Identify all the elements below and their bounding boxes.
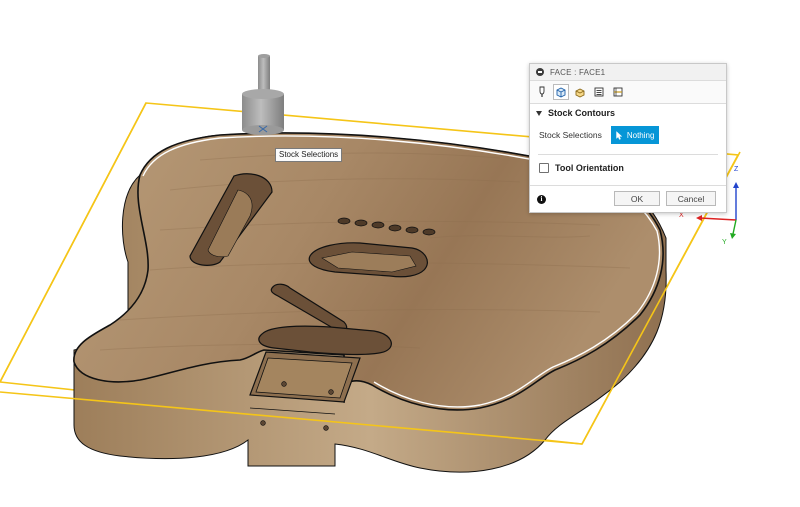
section-expand-icon bbox=[536, 110, 542, 116]
ok-button[interactable]: OK bbox=[614, 191, 660, 206]
nothing-button-label: Nothing bbox=[626, 130, 655, 140]
nothing-selection-button[interactable]: Nothing bbox=[610, 126, 660, 144]
passes-tab-icon bbox=[594, 87, 604, 97]
tool-orientation-checkbox[interactable] bbox=[539, 163, 549, 173]
neck-pocket-floor bbox=[255, 357, 353, 399]
dialog-header[interactable]: FACE : FACE1 bbox=[530, 64, 726, 81]
stock-contours-section[interactable]: Stock Contours bbox=[530, 104, 726, 122]
cancel-button[interactable]: Cancel bbox=[666, 191, 716, 206]
triad-y-label: Y bbox=[722, 239, 727, 246]
stock-selections-row: Stock Selections Nothing bbox=[530, 122, 726, 148]
neck-screw-hole bbox=[323, 425, 329, 431]
dialog-footer: i OK Cancel bbox=[530, 185, 726, 212]
triad-x-label: X bbox=[679, 212, 684, 219]
tab-tool[interactable] bbox=[534, 84, 550, 100]
info-icon[interactable]: i bbox=[537, 194, 546, 204]
face-dialog: FACE : FACE1 Stock Contours Stock Select… bbox=[529, 63, 727, 213]
stock-selections-label: Stock Selections bbox=[539, 130, 602, 140]
cursor-arrow-icon bbox=[616, 130, 623, 140]
neck-screw-hole bbox=[328, 389, 334, 395]
linking-tab-icon bbox=[613, 87, 623, 97]
stock-selections-tooltip: Stock Selections bbox=[275, 148, 343, 162]
dialog-title: FACE : FACE1 bbox=[550, 67, 606, 77]
heights-tab-icon bbox=[575, 88, 585, 98]
geometry-tab-icon bbox=[556, 87, 566, 98]
neck-screw-hole bbox=[260, 420, 266, 426]
tab-geometry[interactable] bbox=[553, 84, 569, 100]
tool-orientation-row[interactable]: Tool Orientation bbox=[530, 160, 726, 176]
dialog-tab-bar bbox=[530, 81, 726, 104]
triad-z-label: Z bbox=[734, 166, 739, 173]
tab-passes[interactable] bbox=[591, 84, 607, 100]
section-divider bbox=[538, 154, 718, 155]
neck-screw-hole bbox=[281, 381, 287, 387]
cutting-tool[interactable] bbox=[242, 54, 284, 135]
stock-contours-label: Stock Contours bbox=[548, 108, 616, 118]
tab-heights[interactable] bbox=[572, 84, 588, 100]
tab-linking[interactable] bbox=[610, 84, 626, 100]
tool-orientation-label: Tool Orientation bbox=[555, 163, 624, 173]
tool-tab-icon bbox=[539, 86, 545, 97]
collapse-icon[interactable] bbox=[536, 68, 544, 76]
